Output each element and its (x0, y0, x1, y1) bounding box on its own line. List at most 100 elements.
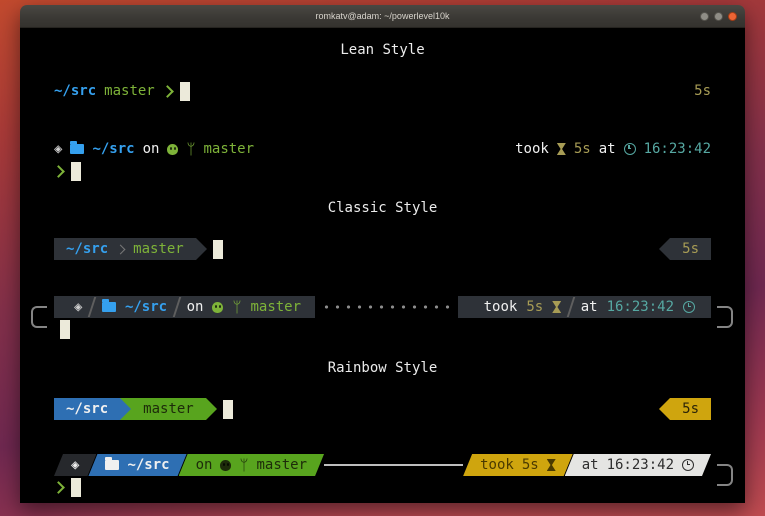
prompt-chevron-icon (52, 481, 65, 494)
at-label: at (582, 454, 599, 476)
cwd-text: ~/src (54, 80, 96, 102)
window-controls (700, 5, 737, 27)
block-cursor (180, 82, 190, 101)
git-branch-text: master (250, 296, 301, 318)
git-branch-icon: ᛘ (239, 458, 248, 473)
on-label: on (196, 454, 213, 476)
close-button[interactable] (728, 12, 737, 21)
git-branch-text: master (203, 138, 254, 160)
os-icon: ◈ (54, 138, 62, 160)
git-branch-icon: ᛘ (186, 142, 195, 157)
block-cursor (71, 162, 81, 181)
folder-icon (102, 302, 116, 312)
duration-segment: 5s (670, 398, 711, 420)
github-octopus-icon (167, 144, 178, 155)
prompt-chevron-icon (161, 85, 174, 98)
powerline-arrow-icon (206, 398, 217, 420)
lean-twoline-left: ◈ ~/src on ᛘ master (54, 138, 254, 160)
lean-twoline-input-line (54, 160, 711, 182)
at-label: at (581, 296, 598, 318)
classic-twoline-top: ◈ ~/src on ᛘ master took 5s at (54, 296, 711, 318)
powerline-arrow-icon (659, 238, 670, 260)
rainbow-oneline-prompt: ~/src master 5s (54, 398, 711, 420)
git-segment: master (131, 398, 206, 420)
lean-twoline-prompt: ◈ ~/src on ᛘ master took 5s at 16:23:42 (54, 138, 711, 182)
segment-separator-icon (116, 244, 126, 254)
duration-segment: took 5s (463, 454, 573, 476)
terminal-window: romkatv@adam: ~/powerlevel10k Lean Style… (20, 5, 745, 503)
slash-separator (173, 297, 181, 317)
on-label: on (143, 138, 160, 160)
at-label: at (599, 138, 616, 160)
window-titlebar[interactable]: romkatv@adam: ~/powerlevel10k (20, 5, 745, 28)
cwd-text: ~/src (127, 454, 169, 476)
time-text: 16:23:42 (644, 138, 711, 160)
time-segment: at 16:23:42 (565, 454, 711, 476)
frame-right-bracket (717, 306, 733, 328)
path-segment: ~/src (88, 454, 186, 476)
os-icon: ◈ (71, 454, 79, 476)
classic-oneline-right: 5s (659, 238, 711, 260)
path-segment: ~/src (54, 398, 120, 420)
duration-text: 5s (682, 238, 699, 260)
hourglass-icon (557, 143, 566, 155)
rainbow-oneline-left: ~/src master (54, 398, 233, 420)
cwd-text: ~/src (125, 296, 167, 318)
os-icon: ◈ (74, 296, 82, 318)
duration-text: 5s (526, 296, 543, 318)
classic-style-heading: Classic Style (54, 198, 711, 218)
classic-twoline-input-line (54, 318, 711, 340)
block-cursor (223, 400, 233, 419)
git-branch-text: master (104, 80, 155, 102)
git-branch-text: master (133, 238, 184, 260)
clock-icon (624, 143, 636, 155)
block-cursor (60, 320, 70, 339)
folder-icon (70, 144, 84, 154)
powerline-arrow-icon (659, 398, 670, 420)
powerline-bar: ~/src master (54, 238, 196, 260)
powerline-arrow-icon (120, 398, 131, 420)
minimize-button[interactable] (700, 12, 709, 21)
duration-text: 5s (522, 454, 539, 476)
dotted-connector (321, 305, 452, 309)
rainbow-twoline-prompt: ◈ ~/src on ᛘ master took 5s (54, 454, 711, 498)
duration-text: 5s (682, 398, 699, 420)
clock-icon (682, 459, 694, 471)
github-octopus-icon (212, 302, 223, 313)
frame-left-bracket (31, 306, 47, 328)
git-segment: on ᛘ master (179, 454, 324, 476)
slash-separator (567, 297, 575, 317)
block-cursor (71, 478, 81, 497)
lean-twoline-top: ◈ ~/src on ᛘ master took 5s at 16:23:42 (54, 138, 711, 160)
frame-right-bracket (717, 464, 733, 486)
took-label: took (484, 296, 518, 318)
terminal-screen[interactable]: Lean Style ~/src master 5s ◈ ~/src on ᛘ … (20, 28, 745, 503)
classic-oneline-left: ~/src master (54, 238, 223, 260)
lean-oneline-prompt: ~/src master 5s (54, 80, 711, 102)
cwd-text: ~/src (66, 238, 108, 260)
git-branch-text: master (143, 398, 194, 420)
rainbow-twoline-top: ◈ ~/src on ᛘ master took 5s (54, 454, 711, 476)
git-branch-icon: ᛘ (232, 300, 241, 315)
rainbow-twoline-input-line (54, 476, 711, 498)
duration-text: 5s (694, 80, 711, 102)
rainbow-style-heading: Rainbow Style (54, 358, 711, 378)
clock-icon (683, 301, 695, 313)
maximize-button[interactable] (714, 12, 723, 21)
took-label: took (515, 138, 549, 160)
on-label: on (187, 296, 204, 318)
block-cursor (213, 240, 223, 259)
lean-style-heading: Lean Style (54, 40, 711, 60)
time-text: 16:23:42 (607, 454, 674, 476)
slash-separator (88, 297, 96, 317)
line-connector (324, 464, 463, 466)
cwd-text: ~/src (66, 398, 108, 420)
took-label: took (480, 454, 514, 476)
powerline-bar: ◈ ~/src on ᛘ master (54, 296, 315, 318)
git-branch-text: master (256, 454, 307, 476)
prompt-chevron-icon (52, 165, 65, 178)
hourglass-icon (547, 459, 556, 471)
lean-twoline-right: took 5s at 16:23:42 (515, 138, 711, 160)
duration-text: 5s (574, 138, 591, 160)
classic-twoline-prompt: ◈ ~/src on ᛘ master took 5s at (54, 296, 711, 340)
